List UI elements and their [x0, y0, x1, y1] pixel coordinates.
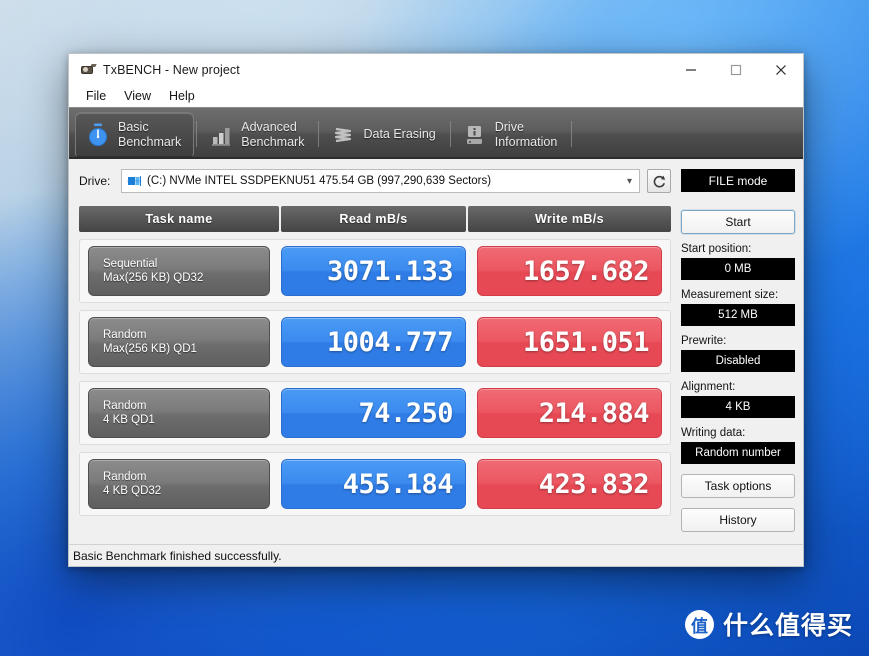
- task-name-cell: Sequential Max(256 KB) QD32: [88, 246, 270, 296]
- task-line-1: Sequential: [103, 257, 269, 271]
- write-value: 214.884: [477, 388, 662, 438]
- drive-value: (C:) NVMe INTEL SSDPEKNU51 475.54 GB (99…: [147, 175, 627, 187]
- menu-item-file[interactable]: File: [77, 88, 115, 104]
- tab-label: Basic Benchmark: [118, 120, 181, 149]
- start-button[interactable]: Start: [681, 210, 795, 234]
- bar-chart-icon: [209, 122, 233, 148]
- status-message: Basic Benchmark finished successfully.: [73, 549, 282, 563]
- benchmark-column: Drive: (C:) NVMe INTEL SSDPEKNU51 475.54…: [79, 169, 671, 544]
- alignment-label: Alignment:: [681, 381, 795, 393]
- task-name-cell: Random 4 KB QD1: [88, 388, 270, 438]
- options-panel: FILE mode Start Start position: 0 MB Mea…: [671, 169, 795, 544]
- write-value: 423.832: [477, 459, 662, 509]
- write-value: 1651.051: [477, 317, 662, 367]
- camera-icon: [79, 62, 96, 77]
- drive-icon: [127, 175, 142, 188]
- tab-basic-benchmark[interactable]: Basic Benchmark: [75, 112, 194, 157]
- stopwatch-icon: [86, 122, 110, 148]
- tab-divider: [571, 121, 572, 147]
- tab-drive-information[interactable]: Drive Information: [453, 112, 570, 157]
- measurement-size-label: Measurement size:: [681, 289, 795, 301]
- tab-data-erasing[interactable]: Data Erasing: [321, 112, 447, 157]
- tab-divider: [450, 121, 451, 147]
- write-value: 1657.682: [477, 246, 662, 296]
- tab-label: Data Erasing: [363, 127, 435, 142]
- column-header-write: Write mB/s: [468, 206, 671, 232]
- table-row[interactable]: Random Max(256 KB) QD1 1004.777 1651.051: [79, 310, 671, 374]
- task-name-cell: Random 4 KB QD32: [88, 459, 270, 509]
- writing-data-value[interactable]: Random number: [681, 442, 795, 464]
- read-value: 455.184: [281, 459, 466, 509]
- tab-strip: Basic Benchmark Advanced Benchmark: [69, 107, 803, 159]
- task-options-button[interactable]: Task options: [681, 474, 795, 498]
- tab-label: Drive Information: [495, 120, 558, 149]
- drive-label: Drive:: [79, 174, 121, 188]
- start-position-value[interactable]: 0 MB: [681, 258, 795, 280]
- panel-spacer: [681, 464, 795, 474]
- prewrite-label: Prewrite:: [681, 335, 795, 347]
- column-header-task-name: Task name: [79, 206, 279, 232]
- task-line-1: Random: [103, 470, 269, 484]
- tab-advanced-benchmark[interactable]: Advanced Benchmark: [199, 112, 316, 157]
- measurement-size-value[interactable]: 512 MB: [681, 304, 795, 326]
- status-bar: Basic Benchmark finished successfully.: [69, 544, 803, 566]
- desktop: TxBENCH - New project File View Help: [0, 0, 869, 656]
- tab-label: Advanced Benchmark: [241, 120, 304, 149]
- table-row[interactable]: Sequential Max(256 KB) QD32 3071.133 165…: [79, 239, 671, 303]
- menu-item-help[interactable]: Help: [160, 88, 204, 104]
- task-line-1: Random: [103, 399, 269, 413]
- maximize-icon[interactable]: [713, 54, 758, 85]
- drive-selector-row: Drive: (C:) NVMe INTEL SSDPEKNU51 475.54…: [79, 169, 671, 193]
- alignment-value[interactable]: 4 KB: [681, 396, 795, 418]
- task-line-2: Max(256 KB) QD1: [103, 342, 269, 356]
- file-mode-indicator[interactable]: FILE mode: [681, 169, 795, 192]
- writing-data-label: Writing data:: [681, 427, 795, 439]
- read-value: 1004.777: [281, 317, 466, 367]
- task-line-2: 4 KB QD1: [103, 413, 269, 427]
- window-titlebar[interactable]: TxBENCH - New project: [69, 54, 803, 85]
- task-line-1: Random: [103, 328, 269, 342]
- close-icon[interactable]: [758, 54, 803, 85]
- column-header-read: Read mB/s: [281, 206, 466, 232]
- task-line-2: 4 KB QD32: [103, 484, 269, 498]
- tab-divider: [318, 121, 319, 147]
- refresh-icon[interactable]: [647, 169, 671, 193]
- drive-select[interactable]: (C:) NVMe INTEL SSDPEKNU51 475.54 GB (99…: [121, 169, 640, 193]
- chevron-down-icon[interactable]: ▾: [627, 176, 635, 187]
- drive-info-icon: [463, 122, 487, 148]
- menu-item-view[interactable]: View: [115, 88, 160, 104]
- table-row[interactable]: Random 4 KB QD32 455.184 423.832: [79, 452, 671, 516]
- prewrite-value[interactable]: Disabled: [681, 350, 795, 372]
- panel-spacer: [681, 498, 795, 508]
- window-title: TxBENCH - New project: [103, 63, 668, 77]
- txbench-window: TxBENCH - New project File View Help: [68, 53, 804, 567]
- minimize-icon[interactable]: [668, 54, 713, 85]
- tab-divider: [196, 121, 197, 147]
- task-name-cell: Random Max(256 KB) QD1: [88, 317, 270, 367]
- shredder-icon: [331, 122, 355, 148]
- start-position-label: Start position:: [681, 243, 795, 255]
- task-line-2: Max(256 KB) QD32: [103, 271, 269, 285]
- read-value: 3071.133: [281, 246, 466, 296]
- read-value: 74.250: [281, 388, 466, 438]
- table-row[interactable]: Random 4 KB QD1 74.250 214.884: [79, 381, 671, 445]
- menubar: File View Help: [69, 85, 803, 107]
- history-button[interactable]: History: [681, 508, 795, 532]
- results-table-header: Task name Read mB/s Write mB/s: [79, 206, 671, 232]
- content-area: Drive: (C:) NVMe INTEL SSDPEKNU51 475.54…: [69, 159, 803, 544]
